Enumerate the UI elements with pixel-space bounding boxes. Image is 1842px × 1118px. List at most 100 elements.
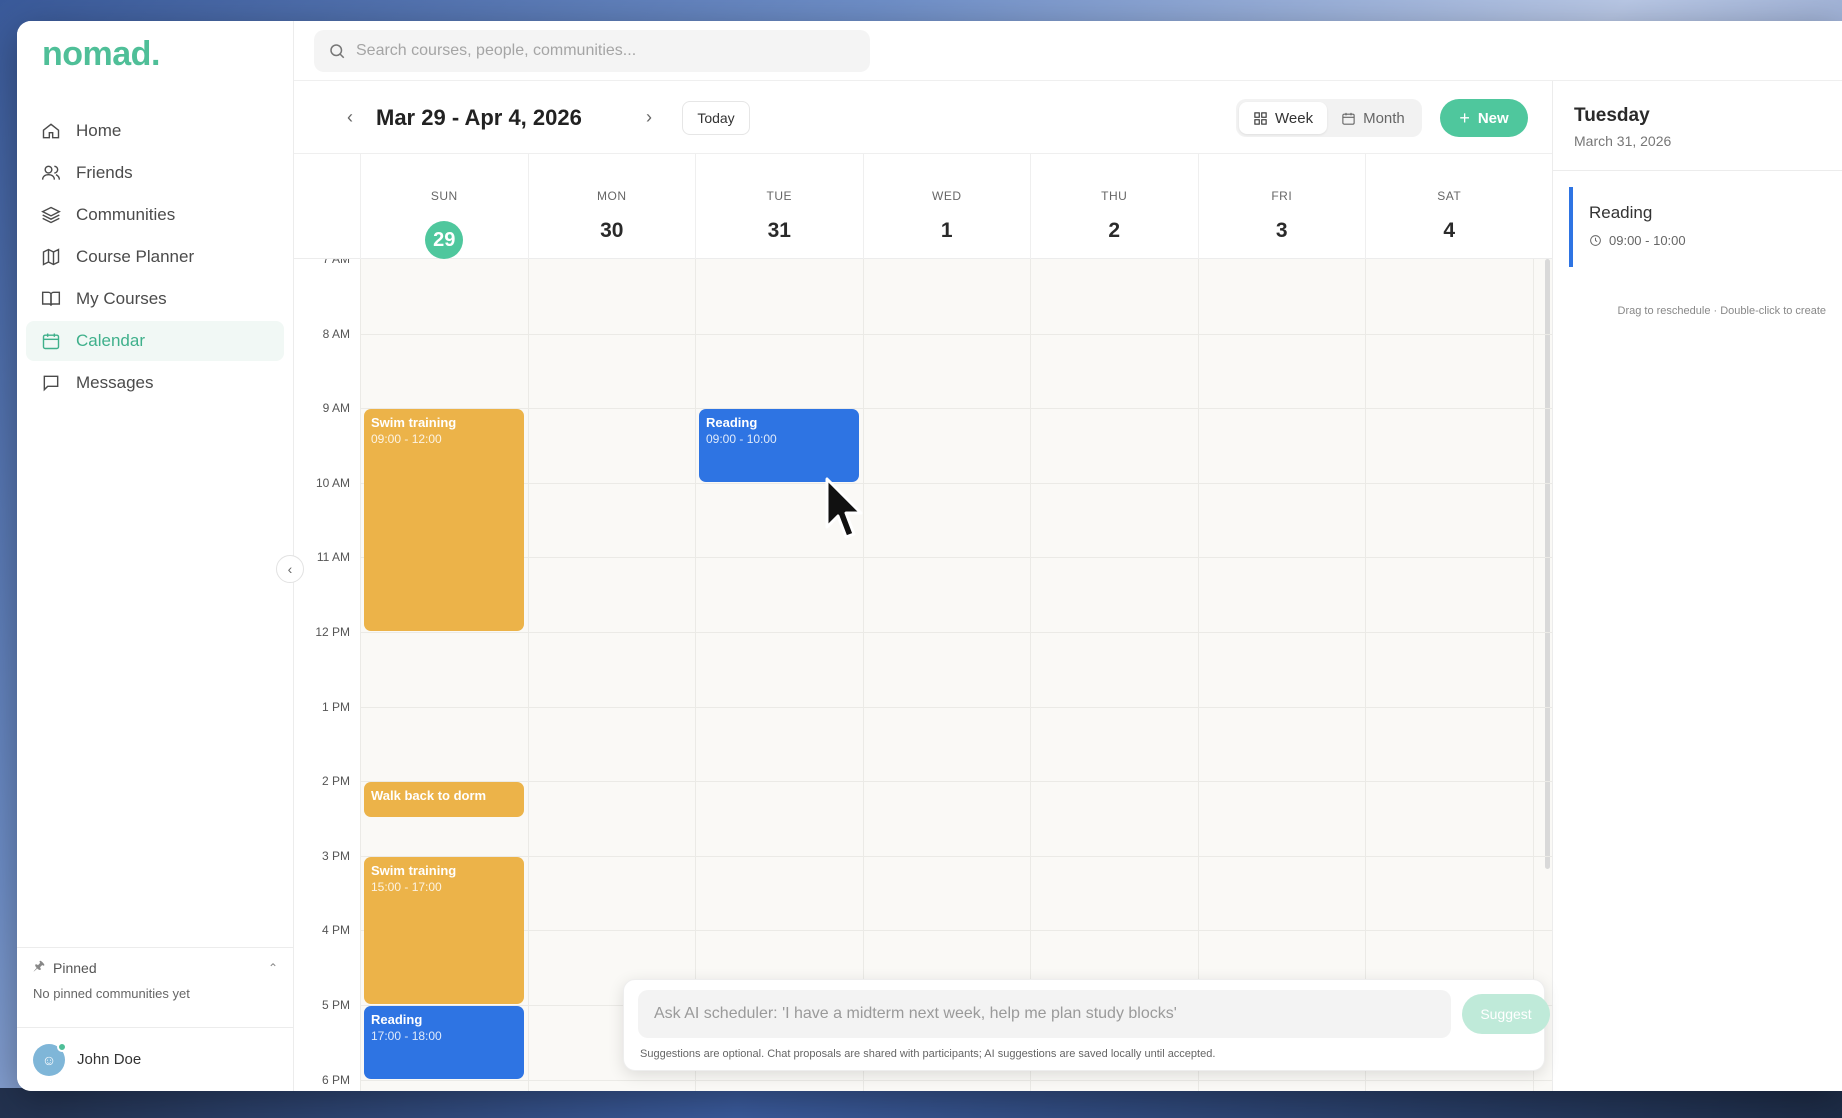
hour-gridline [360,333,1552,335]
app-window: nomad. Home Friends Communities Course P… [17,21,1842,1091]
avatar: ☺ [33,1041,67,1076]
day-header-wed[interactable]: WED 1 [862,154,1031,260]
chevron-up-icon[interactable]: ⌃ [268,961,278,975]
detail-event-time-row: 09:00 - 10:00 [1589,233,1829,248]
search-bar[interactable] [314,30,870,72]
pin-icon: 🖈 [33,958,46,973]
day-date: 2 [1108,219,1121,242]
calendar-icon [40,330,62,352]
time-label: 11 AM [316,550,350,565]
grid-scrollbar[interactable] [1545,259,1550,869]
day-column-divider [695,259,696,1091]
day-name: WED [932,189,962,203]
day-header-sun[interactable]: SUN 29 [360,154,528,260]
time-label: 12 PM [315,625,350,639]
sidebar-item-friends[interactable]: Friends [26,153,284,193]
sidebar: nomad. Home Friends Communities Course P… [17,21,294,1091]
day-header-mon[interactable]: MON 30 [527,154,696,260]
message-icon [40,372,62,394]
pinned-title: Pinned [53,960,97,976]
calendar-event[interactable]: Reading 17:00 - 18:00 [364,1006,524,1079]
search-input[interactable] [356,42,836,60]
day-column-divider [360,259,361,1091]
search-icon [330,44,345,59]
sidebar-item-label: Course Planner [76,247,195,266]
layers-icon [40,204,62,226]
calendar-event[interactable]: Swim training 09:00 - 12:00 [364,409,524,631]
sidebar-item-course-planner[interactable]: Course Planner [26,237,284,277]
detail-event-card[interactable]: Reading 09:00 - 10:00 [1569,187,1829,267]
calendar-event[interactable]: Walk back to dorm [364,782,524,818]
sidebar-item-my-courses[interactable]: My Courses [26,279,284,319]
calendar-icon [1342,112,1355,125]
sidebar-item-label: Friends [76,163,133,182]
hour-gridline [360,557,1552,559]
detail-event-title: Reading [1589,203,1653,222]
hour-gridline [360,930,1552,932]
pinned-header[interactable]: 🖈 Pinned ⌃ [33,948,278,988]
day-column-divider [1030,259,1031,1091]
next-week-button[interactable]: › [646,107,652,128]
sidebar-item-label: Communities [76,205,176,224]
sidebar-item-label: Messages [76,373,154,392]
month-view-button[interactable]: Month [1327,102,1419,134]
pinned-section: 🖈 Pinned ⌃ No pinned communities yet [17,947,294,1001]
day-header-row: SUN 29 MON 30 TUE 31 WED 1 THU 2 FRI 3 SAT 4 [294,153,1552,260]
time-label: 5 PM [321,998,350,1012]
book-icon [40,288,62,310]
calendar-event[interactable]: Reading 09:00 - 10:00 [699,409,859,482]
collapse-sidebar-button[interactable]: ‹ [276,555,304,583]
time-gutter: 7 AM 8 AM 9 AM 10 AM 11 AM 12 PM 1 PM 2 PM 3 PM 4… [294,259,360,1091]
suggest-button[interactable]: Suggest [1462,994,1550,1034]
day-date: 31 [767,219,791,242]
day-header-thu[interactable]: THU 2 [1030,154,1198,260]
ai-scheduler-input[interactable] [638,990,1451,1038]
hour-gridline [360,408,1552,410]
sidebar-item-home[interactable]: Home [26,111,284,151]
time-label: 10 AM [315,475,350,490]
day-header-sat[interactable]: SAT 4 [1365,154,1533,260]
day-detail-header: Tuesday March 31, 2026 [1553,81,1842,171]
sidebar-item-communities[interactable]: Communities [26,195,284,235]
time-label: 4 PM [321,923,350,938]
day-name: SAT [1437,189,1462,203]
hour-gridline [360,706,1552,708]
desktop-wallpaper [0,1088,1842,1118]
calendar-event[interactable]: Swim training 15:00 - 17:00 [364,856,524,1004]
user-profile[interactable]: ☺ John Doe [17,1027,294,1091]
date-range-title: Mar 29 - Apr 4, 2026 [376,105,582,130]
view-toggle: Week Month [1236,99,1422,137]
detail-hint: Drag to reschedule · Double-click to cre… [1617,305,1826,317]
sidebar-item-messages[interactable]: Messages [26,363,284,403]
event-title: Walk back to dorm [371,788,487,804]
sidebar-item-calendar[interactable]: Calendar [26,321,284,361]
week-view-button[interactable]: Week [1239,102,1328,134]
grid-icon [1254,111,1267,125]
sidebar-nav: Home Friends Communities Course Planner … [26,111,284,405]
new-event-button[interactable]: + New [1440,99,1528,137]
week-view-label: Week [1275,109,1314,127]
event-time: 09:00 - 12:00 [371,432,442,447]
prev-week-button[interactable]: ‹ [347,107,353,128]
day-header-tue[interactable]: TUE 31 [695,154,863,260]
ai-scheduler-note: Suggestions are optional. Chat proposals… [640,1048,1216,1060]
day-column-divider [862,259,864,1091]
user-name: John Doe [77,1051,142,1068]
day-name: TUE [766,189,792,203]
detail-date: March 31, 2026 [1574,133,1672,149]
map-icon [40,246,62,268]
week-grid[interactable]: 7 AM 8 AM 9 AM 10 AM 11 AM 12 PM 1 PM 2 PM 3 PM 4… [294,259,1552,1091]
day-name: MON [597,189,627,203]
day-name: FRI [1271,189,1293,203]
app-logo[interactable]: nomad. [42,35,160,74]
day-header-fri[interactable]: FRI 3 [1197,154,1366,260]
time-label: 7 AM [322,259,350,266]
mouse-cursor-icon [825,477,863,539]
topbar [294,21,1842,81]
pinned-empty-text: No pinned communities yet [33,986,190,1001]
today-date-badge: 29 [425,221,464,259]
day-date: 1 [940,219,953,242]
clock-icon [1590,235,1601,246]
today-button[interactable]: Today [682,101,750,135]
calendar-header: ‹ Mar 29 - Apr 4, 2026 › Today Week Mont… [294,81,1552,153]
